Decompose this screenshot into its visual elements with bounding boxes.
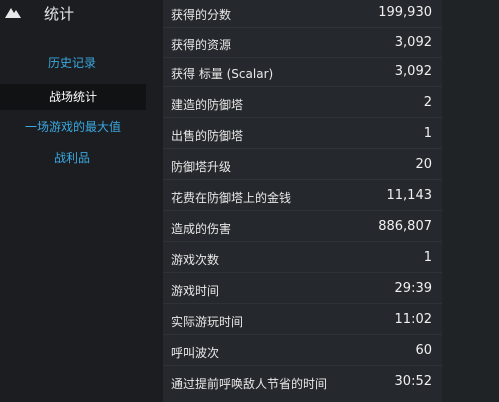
stat-value: 199,930: [378, 5, 432, 20]
stat-value: 886,807: [378, 219, 432, 234]
stat-label: 防御塔升级: [171, 160, 232, 174]
stat-row: 获得的资源 3,092: [163, 30, 442, 58]
stat-value: 60: [415, 343, 432, 358]
stat-value: 30:52: [394, 374, 432, 389]
stats-panel: 获得的分数 199,930 获得的资源 3,092 获得 标量 (Scalar)…: [163, 0, 442, 402]
stat-row: 实际游玩时间 11:02: [163, 307, 442, 335]
nav-battle-stats[interactable]: 战场统计: [0, 84, 146, 110]
stat-row: 防御塔升级 20: [163, 152, 442, 180]
stat-row: 呼叫波次 60: [163, 338, 442, 366]
stat-label: 呼叫波次: [171, 346, 220, 360]
stat-row: 获得的分数 199,930: [163, 0, 442, 28]
stat-row: 花费在防御塔上的金钱 11,143: [163, 183, 442, 211]
stat-value: 11:02: [394, 312, 432, 327]
stat-value: 2: [423, 95, 432, 110]
stat-value: 1: [423, 126, 432, 141]
stat-row: 建造的防御塔 2: [163, 90, 442, 118]
nav-max-single-game[interactable]: 一场游戏的最大值: [25, 118, 121, 135]
right-background: [442, 0, 499, 402]
stat-row: 出售的防御塔 1: [163, 121, 442, 149]
stat-label: 花费在防御塔上的金钱: [171, 191, 292, 205]
stat-row: 获得 标量 (Scalar) 3,092: [163, 59, 442, 87]
stat-value: 1: [423, 250, 432, 265]
stat-label: 实际游玩时间: [171, 315, 244, 329]
stat-value: 3,092: [394, 35, 432, 50]
sidebar-header: 统计: [0, 0, 160, 28]
stat-label: 获得的资源: [171, 38, 232, 52]
stat-label: 游戏时间: [171, 284, 220, 298]
nav-history[interactable]: 历史记录: [48, 54, 96, 71]
sidebar: 统计 历史记录 战场统计 一场游戏的最大值 战利品: [0, 0, 160, 402]
stat-row: 通过提前呼唤敌人节省的时间 30:52: [163, 369, 442, 396]
stat-label: 建造的防御塔: [171, 98, 244, 112]
page-title: 统计: [44, 5, 75, 23]
stat-label: 出售的防御塔: [171, 129, 244, 143]
stat-value: 3,092: [394, 64, 432, 79]
stat-row: 游戏时间 29:39: [163, 276, 442, 304]
mountain-logo-icon: [5, 8, 21, 18]
stat-label: 通过提前呼唤敌人节省的时间: [171, 377, 328, 391]
nav-loot[interactable]: 战利品: [54, 149, 90, 166]
stat-row: 造成的伤害 886,807: [163, 214, 442, 242]
stat-row: 游戏次数 1: [163, 245, 442, 273]
stat-value: 11,143: [386, 188, 433, 203]
stat-value: 20: [415, 157, 432, 172]
stat-label: 获得的分数: [171, 8, 232, 22]
stat-label: 造成的伤害: [171, 222, 232, 236]
stat-label: 游戏次数: [171, 253, 220, 267]
stat-value: 29:39: [394, 281, 432, 296]
stat-label: 获得 标量 (Scalar): [171, 67, 274, 81]
